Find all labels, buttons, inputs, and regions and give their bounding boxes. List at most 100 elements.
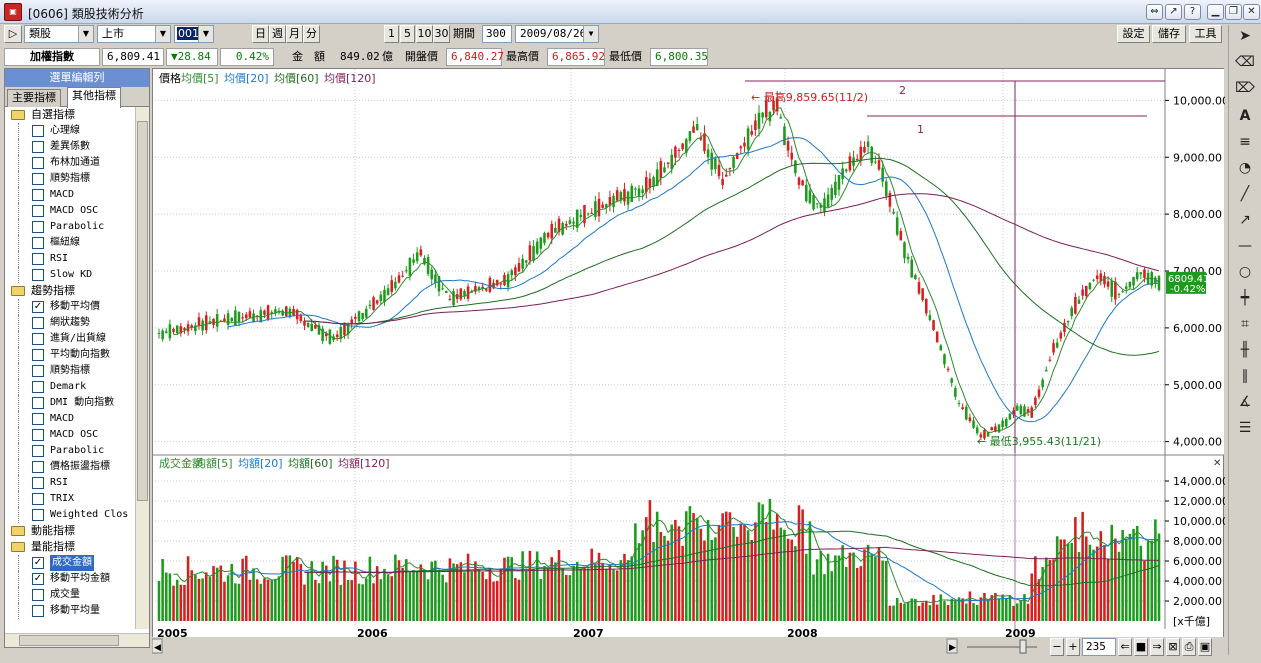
tree-item[interactable]: 成交量: [5, 587, 135, 603]
technical-chart[interactable]: 10,000.009,000.008,000.007,000.006,000.0…: [153, 69, 1229, 640]
indicator-checkbox[interactable]: [32, 589, 44, 601]
angle-tool-icon[interactable]: ∡: [1235, 393, 1255, 411]
settings-button[interactable]: 設定: [1117, 25, 1150, 43]
indicator-checkbox[interactable]: [32, 205, 44, 217]
period-input[interactable]: 300: [482, 25, 512, 43]
restore-button[interactable]: ❐: [1225, 4, 1242, 20]
tree-vertical-scrollbar[interactable]: [135, 107, 149, 629]
category-select[interactable]: 類股 ▼: [24, 25, 94, 43]
line-tool-icon[interactable]: ╱: [1235, 185, 1255, 203]
indicator-checkbox[interactable]: [32, 141, 44, 153]
period-minute-button[interactable]: 分: [303, 25, 320, 43]
tree-item[interactable]: RSI: [5, 475, 135, 491]
tree-item[interactable]: 心理線: [5, 123, 135, 139]
zoom-in-button[interactable]: +: [1066, 638, 1080, 656]
chart-area[interactable]: 10,000.00 9,000.00 8,000.00 7,000.00 6,000.0…: [152, 68, 1229, 656]
tree-horizontal-scrollbar[interactable]: [5, 633, 149, 647]
tree-folder[interactable]: 自選指標: [5, 107, 135, 123]
eraser-all-icon[interactable]: ⌦: [1235, 79, 1255, 97]
tree-item[interactable]: 樞紐線: [5, 235, 135, 251]
indicator-checkbox[interactable]: [32, 605, 44, 617]
period-week-button[interactable]: 週: [269, 25, 286, 43]
ruler-icon[interactable]: ☰: [1235, 419, 1255, 437]
indicator-checkbox[interactable]: [32, 429, 44, 441]
period-day-button[interactable]: 日: [252, 25, 269, 43]
period-lines-icon[interactable]: ∥: [1235, 367, 1255, 385]
image-icon[interactable]: ▣: [1198, 638, 1212, 656]
code-select[interactable]: 001 ▼: [174, 25, 214, 43]
tree-item[interactable]: Parabolic: [5, 219, 135, 235]
eraser-icon[interactable]: ⌫: [1235, 53, 1255, 71]
tree-item[interactable]: ✓ 成交金額: [5, 555, 135, 571]
vertical-line-icon[interactable]: ┿: [1235, 289, 1255, 307]
excel-icon[interactable]: ⊠: [1166, 638, 1180, 656]
play-button[interactable]: ▷: [4, 25, 22, 43]
interval-30-button[interactable]: 30: [433, 25, 450, 43]
tree-item[interactable]: 網狀趨勢: [5, 315, 135, 331]
tree-item[interactable]: 進貨/出貨線: [5, 331, 135, 347]
indicator-checkbox[interactable]: [32, 509, 44, 521]
zoom-input[interactable]: 235: [1082, 638, 1116, 656]
paint-icon[interactable]: ◔: [1235, 159, 1255, 177]
horizontal-line-icon[interactable]: —: [1235, 237, 1255, 255]
scrollbar-thumb[interactable]: [137, 121, 148, 501]
tree-item[interactable]: Weighted Clos: [5, 507, 135, 523]
tree-folder[interactable]: 趨勢指標: [5, 283, 135, 299]
link-icon[interactable]: ⇔: [1146, 4, 1163, 20]
indicator-checkbox[interactable]: [32, 477, 44, 489]
tree-item[interactable]: DMI 動向指數: [5, 395, 135, 411]
indicator-checkbox[interactable]: [32, 269, 44, 281]
tab-other-indicators[interactable]: 其他指標: [67, 87, 121, 108]
gann-icon[interactable]: ╫: [1235, 341, 1255, 359]
help-icon[interactable]: ?: [1184, 4, 1201, 20]
interval-5-button[interactable]: 5: [400, 25, 415, 43]
indicator-checkbox[interactable]: [32, 493, 44, 505]
pointer-icon[interactable]: ➤: [1235, 27, 1255, 45]
export-icon[interactable]: ↗: [1165, 4, 1182, 20]
scroll-left-button[interactable]: ⇐: [1118, 638, 1132, 656]
lines-icon[interactable]: ≡: [1235, 133, 1255, 151]
tree-item[interactable]: 順勢指標: [5, 171, 135, 187]
tree-item[interactable]: 差異係數: [5, 139, 135, 155]
tree-item[interactable]: MACD: [5, 411, 135, 427]
scrollbar-thumb[interactable]: [19, 635, 119, 646]
date-select[interactable]: 2009/08/26 ▼: [515, 25, 599, 43]
indicator-checkbox[interactable]: [32, 461, 44, 473]
circle-tool-icon[interactable]: ○: [1235, 263, 1255, 281]
indicator-checkbox[interactable]: [32, 237, 44, 249]
indicator-checkbox[interactable]: [32, 445, 44, 457]
tree-item[interactable]: RSI: [5, 251, 135, 267]
arrow-tool-icon[interactable]: ↗: [1235, 211, 1255, 229]
indicator-checkbox[interactable]: [32, 317, 44, 329]
indicator-checkbox[interactable]: ✓: [32, 301, 44, 313]
tree-item[interactable]: Slow KD: [5, 267, 135, 283]
tree-folder[interactable]: 量能指標: [5, 539, 135, 555]
indicator-checkbox[interactable]: [32, 173, 44, 185]
indicator-checkbox[interactable]: [32, 381, 44, 393]
tree-item[interactable]: MACD: [5, 187, 135, 203]
tree-item[interactable]: 布林加通道: [5, 155, 135, 171]
indicator-checkbox[interactable]: [32, 253, 44, 265]
tab-main-indicators[interactable]: 主要指標: [7, 89, 61, 107]
indicator-checkbox[interactable]: [32, 157, 44, 169]
indicator-checkbox[interactable]: [32, 365, 44, 377]
market-select[interactable]: 上市 ▼: [97, 25, 171, 43]
tree-item[interactable]: TRIX: [5, 491, 135, 507]
scroll-right-button[interactable]: ⇒: [1150, 638, 1164, 656]
text-tool-icon[interactable]: A: [1235, 107, 1255, 125]
tree-item[interactable]: 移動平均量: [5, 603, 135, 619]
interval-10-button[interactable]: 10: [416, 25, 433, 43]
indicator-checkbox[interactable]: [32, 333, 44, 345]
tree-item[interactable]: Demark: [5, 379, 135, 395]
period-month-button[interactable]: 月: [286, 25, 303, 43]
interval-1-button[interactable]: 1: [384, 25, 399, 43]
tree-item[interactable]: 平均動向指數: [5, 347, 135, 363]
indicator-checkbox[interactable]: ✓: [32, 573, 44, 585]
tree-item[interactable]: MACD OSC: [5, 203, 135, 219]
zoom-out-button[interactable]: −: [1050, 638, 1064, 656]
indicator-checkbox[interactable]: [32, 413, 44, 425]
indicator-checkbox[interactable]: [32, 397, 44, 409]
print-icon[interactable]: ⎙: [1182, 638, 1196, 656]
indicator-checkbox[interactable]: [32, 349, 44, 361]
close-button[interactable]: ✕: [1243, 4, 1260, 20]
